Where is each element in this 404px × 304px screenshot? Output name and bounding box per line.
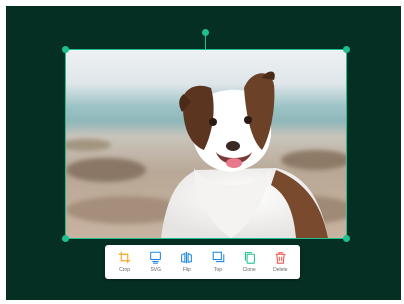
delete-button[interactable]: Delete (265, 247, 295, 277)
object-toolbar: Crop SVG Flip Top Clone Delete (105, 245, 300, 279)
trash-icon (275, 252, 286, 264)
crop-icon (118, 251, 131, 264)
clone-icon (244, 252, 255, 264)
rotate-handle[interactable] (202, 29, 209, 36)
bring-to-top-button[interactable]: Top (203, 247, 233, 277)
crop-button[interactable]: Crop (110, 247, 140, 277)
resize-handle-top-right[interactable] (343, 46, 350, 53)
selection-border-left (65, 49, 66, 239)
delete-label: Delete (273, 267, 288, 273)
svg-icon (150, 251, 162, 264)
flip-label: Flip (182, 267, 191, 273)
svg-button[interactable]: SVG (141, 247, 171, 277)
crop-label: Crop (119, 267, 130, 273)
resize-handle-top-left[interactable] (62, 46, 69, 53)
resize-handle-bottom-right[interactable] (343, 235, 350, 242)
bring-to-top-icon (212, 251, 224, 263)
clone-button[interactable]: Clone (234, 247, 264, 277)
selection-border-bottom (66, 238, 347, 239)
dog-photo (66, 50, 346, 238)
selection-border-top (66, 49, 347, 50)
svg-label: SVG (150, 267, 162, 273)
flip-button[interactable]: Flip (172, 247, 202, 277)
flip-icon (181, 251, 193, 264)
clone-label: Clone (242, 267, 256, 273)
selection-border-right (346, 49, 347, 239)
resize-handle-bottom-left[interactable] (62, 235, 69, 242)
dog-photo-object[interactable] (66, 50, 346, 238)
top-label: Top (214, 267, 223, 273)
